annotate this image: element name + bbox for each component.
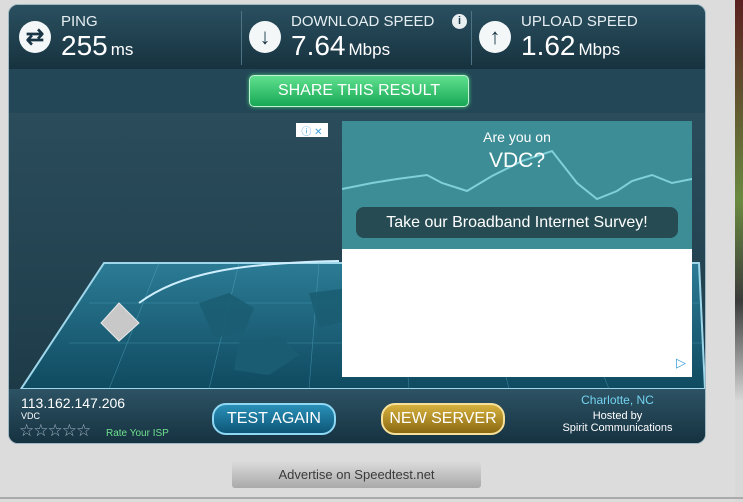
ad-choices-icons[interactable]: ⓘ ✕ xyxy=(301,123,322,138)
download-value: 7.64 Mbps xyxy=(291,30,390,62)
download-number: 7.64 xyxy=(291,30,346,61)
upload-unit: Mbps xyxy=(578,40,621,59)
client-ip: 113.162.147.206 xyxy=(21,395,126,411)
info-icon[interactable]: i xyxy=(452,14,467,29)
share-result-button[interactable]: SHARE THIS RESULT xyxy=(249,75,469,107)
bottom-bar: 113.162.147.206 VDC ☆☆☆☆☆ Rate Your ISP … xyxy=(9,389,705,443)
hosted-by-label: Hosted by xyxy=(592,410,643,422)
upload-stat: ↑ UPLOAD SPEED 1.62 Mbps xyxy=(471,5,701,69)
ping-label: PING xyxy=(61,13,98,30)
new-server-button[interactable]: NEW SERVER xyxy=(381,403,505,435)
server-location: Charlotte, NC Hosted by Spirit Communica… xyxy=(540,393,695,434)
survey-ad[interactable]: Are you on VDC? Take our Broadband Inter… xyxy=(342,121,692,377)
ad-choices[interactable]: ⓘ ✕ xyxy=(296,123,328,138)
server-city[interactable]: Charlotte, NC xyxy=(540,393,695,407)
client-isp: VDC xyxy=(21,411,41,421)
rate-isp-link[interactable]: Rate Your ISP xyxy=(106,428,169,439)
upload-number: 1.62 xyxy=(521,30,576,61)
results-bar: ⇄ PING 255 ms ↓ DOWNLOAD SPEED i 7.64 Mbps… xyxy=(9,5,705,69)
rating-stars-icon[interactable]: ☆☆☆☆☆ xyxy=(19,421,91,441)
ad-question: Are you on xyxy=(483,129,551,145)
download-label: DOWNLOAD SPEED xyxy=(291,13,435,30)
swap-arrows-icon: ⇄ xyxy=(19,21,51,53)
host-name: Spirit Communications xyxy=(562,422,673,434)
ad-banner: Are you on VDC? Take our Broadband Inter… xyxy=(342,121,692,249)
speedtest-panel: ⇄ PING 255 ms ↓ DOWNLOAD SPEED i 7.64 Mbps… xyxy=(8,4,706,444)
map-stage: ⓘ ✕ Are you on VDC? Take our Broadband I… xyxy=(9,113,705,443)
test-again-button[interactable]: TEST AGAIN xyxy=(212,403,336,435)
survey-cta-button[interactable]: Take our Broadband Internet Survey! xyxy=(356,207,678,238)
ping-value: 255 ms xyxy=(61,30,133,62)
download-arrow-icon: ↓ xyxy=(249,21,281,53)
ping-unit: ms xyxy=(110,40,134,59)
ping-stat: ⇄ PING 255 ms xyxy=(11,5,239,69)
ad-play-icon[interactable]: ▷ xyxy=(676,355,686,371)
footer-divider xyxy=(0,497,743,499)
download-unit: Mbps xyxy=(348,40,391,59)
background-strip xyxy=(735,0,743,502)
advertise-link[interactable]: Advertise on Speedtest.net xyxy=(232,461,481,488)
ad-brand: VDC? xyxy=(488,149,546,172)
download-stat: ↓ DOWNLOAD SPEED i 7.64 Mbps xyxy=(241,5,469,69)
ping-number: 255 xyxy=(61,30,108,61)
upload-label: UPLOAD SPEED xyxy=(521,13,638,30)
upload-value: 1.62 Mbps xyxy=(521,30,620,62)
share-row: SHARE THIS RESULT xyxy=(9,69,705,113)
upload-arrow-icon: ↑ xyxy=(479,21,511,53)
